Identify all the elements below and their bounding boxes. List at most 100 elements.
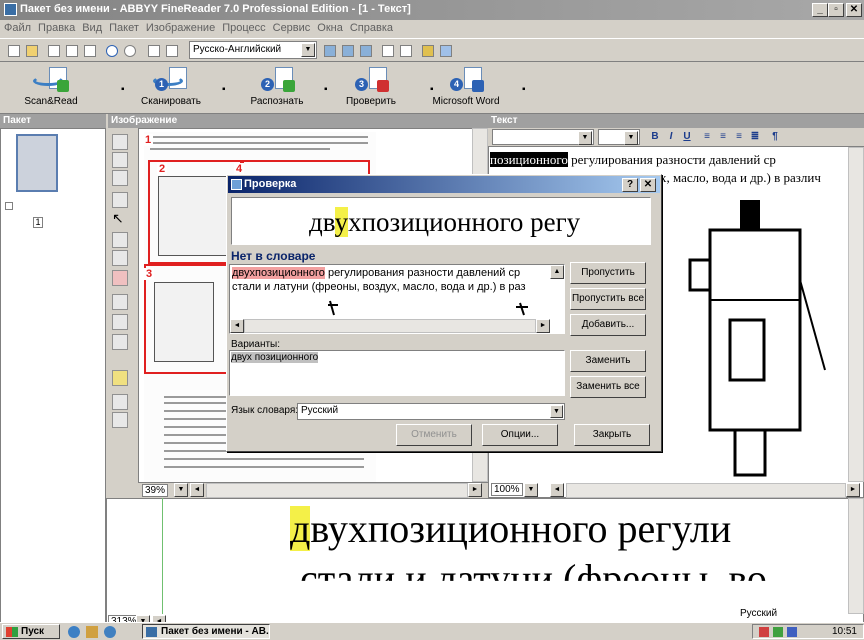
rotate-icon[interactable] bbox=[112, 394, 128, 410]
dictionary-language-select[interactable]: Русский ▼ bbox=[297, 403, 565, 420]
chevron-down-icon[interactable]: ▼ bbox=[624, 131, 638, 145]
chevron-down-icon[interactable]: ▼ bbox=[578, 131, 592, 145]
text-zoom-down-icon[interactable]: ▼ bbox=[524, 483, 538, 497]
recognize-button[interactable]: 2 Распознать bbox=[244, 64, 310, 107]
close-dialog-button[interactable]: Закрыть bbox=[574, 424, 650, 446]
merge-area-icon[interactable] bbox=[112, 334, 128, 350]
split-area-icon[interactable] bbox=[112, 314, 128, 330]
book-icon[interactable] bbox=[438, 43, 454, 59]
skip-button[interactable]: Пропустить bbox=[570, 262, 646, 284]
language-select[interactable]: Русско-Английский ▼ bbox=[189, 41, 317, 59]
text-line-1[interactable]: позиционного регулирования разности давл… bbox=[490, 152, 776, 168]
zoom-view-icon[interactable] bbox=[340, 43, 356, 59]
text-scroll-right-icon[interactable]: ► bbox=[846, 483, 860, 497]
align-center-icon[interactable]: ≡ bbox=[716, 130, 730, 144]
chevron-down-icon[interactable]: ▼ bbox=[550, 405, 563, 418]
cut-icon[interactable] bbox=[46, 43, 62, 59]
open-icon[interactable] bbox=[24, 43, 40, 59]
text-scroll-left-icon[interactable]: ◄ bbox=[550, 483, 564, 497]
bold-icon[interactable]: B bbox=[648, 130, 662, 144]
maximize-button[interactable]: ▫ bbox=[828, 3, 844, 17]
dialog-text-up-icon[interactable]: ▲ bbox=[550, 265, 564, 279]
menu-process[interactable]: Процесс bbox=[222, 22, 265, 34]
new-icon[interactable] bbox=[6, 43, 22, 59]
text-vscroll[interactable] bbox=[848, 147, 864, 482]
image-zoom-value[interactable]: 39% bbox=[142, 484, 169, 497]
image-hscroll[interactable] bbox=[206, 483, 468, 498]
order-area-icon[interactable] bbox=[112, 294, 128, 310]
ie-icon[interactable] bbox=[68, 626, 80, 638]
eraser-icon[interactable] bbox=[112, 370, 128, 386]
zoom-vscroll[interactable] bbox=[848, 498, 864, 614]
text-zoom-value[interactable]: 100% bbox=[491, 483, 523, 496]
menu-file[interactable]: Файл bbox=[4, 22, 31, 34]
scan-dropdown[interactable]: ▪ bbox=[222, 84, 226, 95]
skip-all-button[interactable]: Пропустить все bbox=[570, 288, 646, 310]
desktop-icon[interactable] bbox=[86, 626, 98, 638]
text-area-icon[interactable] bbox=[112, 152, 128, 168]
menu-windows[interactable]: Окна bbox=[317, 22, 343, 34]
dialog-text-hscroll[interactable] bbox=[244, 319, 536, 333]
word-dropdown[interactable]: ▪ bbox=[522, 84, 526, 95]
delete-area-icon[interactable] bbox=[112, 270, 128, 286]
tray-icon-1[interactable] bbox=[759, 627, 769, 637]
check-button[interactable]: 3 Проверить bbox=[338, 64, 404, 107]
tray-icon-3[interactable] bbox=[787, 627, 797, 637]
scroll-left-icon[interactable]: ◄ bbox=[190, 483, 204, 497]
redo-icon[interactable] bbox=[122, 43, 138, 59]
media-icon[interactable] bbox=[104, 626, 116, 638]
pilcrow-icon[interactable]: ¶ bbox=[768, 130, 782, 144]
minimize-button[interactable]: _ bbox=[812, 3, 828, 17]
close-button[interactable]: ✕ bbox=[846, 3, 862, 17]
text-hscroll[interactable] bbox=[566, 483, 846, 498]
font-select[interactable]: ▼ bbox=[598, 129, 640, 145]
text-view-icon[interactable] bbox=[358, 43, 374, 59]
text-line-2[interactable]: х, масло, вода и др.) в различ bbox=[660, 170, 821, 186]
picture-area-icon[interactable] bbox=[112, 192, 128, 208]
table-area-icon[interactable] bbox=[112, 170, 128, 186]
menu-view[interactable]: Вид bbox=[82, 22, 102, 34]
align-left-icon[interactable]: ≡ bbox=[700, 130, 714, 144]
dialog-close-button[interactable]: ✕ bbox=[640, 178, 656, 192]
menu-image[interactable]: Изображение bbox=[146, 22, 215, 34]
page2-icon[interactable] bbox=[164, 43, 180, 59]
menu-help[interactable]: Справка bbox=[350, 22, 393, 34]
pointer-icon[interactable]: ↖ bbox=[112, 210, 128, 226]
align-right-icon[interactable]: ≡ bbox=[732, 130, 746, 144]
tray-icon-2[interactable] bbox=[773, 627, 783, 637]
dialog-help-button[interactable]: ? bbox=[622, 178, 638, 192]
italic-icon[interactable]: I bbox=[664, 130, 678, 144]
menu-edit[interactable]: Правка bbox=[38, 22, 75, 34]
menu-service[interactable]: Сервис bbox=[273, 22, 311, 34]
scanner-icon[interactable] bbox=[420, 43, 436, 59]
menu-batch[interactable]: Пакет bbox=[109, 22, 139, 34]
underline-icon[interactable]: U bbox=[680, 130, 694, 144]
dialog-text-left-icon[interactable]: ◄ bbox=[230, 319, 244, 333]
start-button[interactable]: Пуск bbox=[2, 624, 60, 639]
page-icon[interactable] bbox=[146, 43, 162, 59]
scan-read-button[interactable]: Scan&Read bbox=[24, 64, 78, 107]
dialog-text-area[interactable]: двухпозиционного регулирования разности … bbox=[229, 264, 565, 334]
taskbar-item-finereader[interactable]: Пакет без имени - АВ... bbox=[142, 624, 270, 639]
recognize-dropdown[interactable]: ▪ bbox=[324, 84, 328, 95]
remove-area-icon[interactable] bbox=[112, 250, 128, 266]
page-thumbnail[interactable] bbox=[16, 134, 58, 192]
scan-read-dropdown[interactable]: ▪ bbox=[121, 84, 125, 95]
replace-button[interactable]: Заменить bbox=[570, 350, 646, 372]
select-area-icon[interactable] bbox=[112, 134, 128, 150]
chevron-down-icon[interactable]: ▼ bbox=[301, 43, 315, 57]
undo-button[interactable]: Отменить bbox=[396, 424, 472, 446]
dialog-text-right-icon[interactable]: ► bbox=[536, 319, 550, 333]
style-select[interactable]: ▼ bbox=[492, 129, 594, 145]
zoom-line-1[interactable]: двухпозиционного регули bbox=[290, 505, 731, 552]
paste-icon[interactable] bbox=[82, 43, 98, 59]
variant-item[interactable]: двух позиционного bbox=[231, 352, 319, 363]
copy-icon[interactable] bbox=[64, 43, 80, 59]
options-button[interactable]: Опции... bbox=[482, 424, 558, 446]
two-pane-icon[interactable] bbox=[380, 43, 396, 59]
zoom-down-icon[interactable]: ▼ bbox=[174, 483, 188, 497]
undo-icon[interactable] bbox=[104, 43, 120, 59]
invert-icon[interactable] bbox=[112, 412, 128, 428]
table-icon[interactable] bbox=[398, 43, 414, 59]
image-view-icon[interactable] bbox=[322, 43, 338, 59]
